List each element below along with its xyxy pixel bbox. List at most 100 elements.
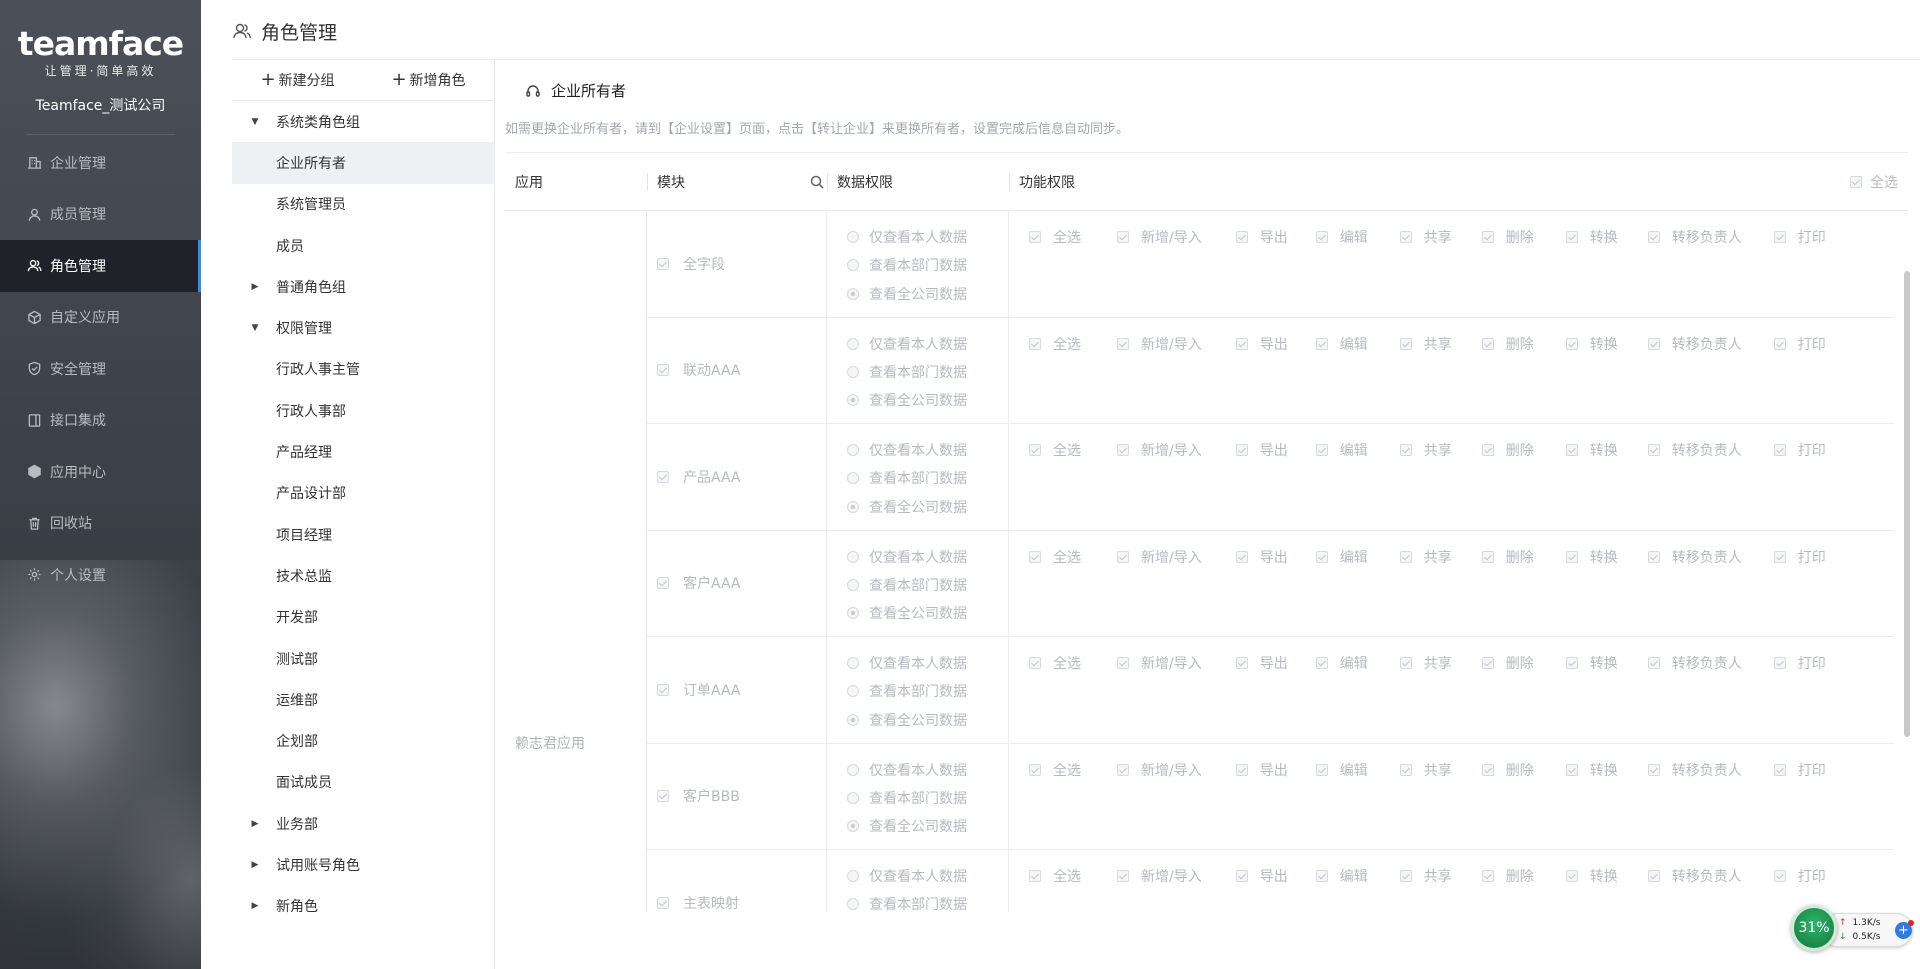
checkbox[interactable] bbox=[1565, 444, 1578, 456]
checkbox[interactable] bbox=[1235, 763, 1248, 776]
radio-button[interactable] bbox=[847, 231, 859, 244]
checkbox[interactable] bbox=[1029, 231, 1041, 243]
checkbox[interactable] bbox=[1773, 657, 1786, 669]
data-permission-option[interactable]: 查看全公司数据 bbox=[847, 706, 1008, 734]
module-checkbox[interactable] bbox=[657, 577, 669, 590]
checkbox[interactable] bbox=[1481, 231, 1494, 243]
function-permission-option[interactable]: 新增/导入 bbox=[1117, 547, 1202, 567]
checkbox[interactable] bbox=[1773, 444, 1786, 456]
function-permission-option[interactable]: 转移负责人 bbox=[1647, 227, 1742, 247]
checkbox[interactable] bbox=[1029, 337, 1041, 350]
checkbox[interactable] bbox=[1315, 550, 1328, 563]
data-permission-option[interactable]: 查看本部门数据 bbox=[847, 358, 1008, 386]
radio-button[interactable] bbox=[847, 337, 859, 350]
function-permission-option[interactable]: 转移负责人 bbox=[1647, 547, 1742, 567]
function-permission-option[interactable]: 导出 bbox=[1235, 440, 1288, 460]
sidebar-item-4[interactable]: 安全管理 bbox=[0, 343, 201, 395]
checkbox[interactable] bbox=[1481, 657, 1494, 669]
checkbox[interactable] bbox=[1235, 231, 1248, 243]
function-permission-option[interactable]: 转换 bbox=[1565, 760, 1618, 780]
radio-button[interactable] bbox=[847, 472, 859, 485]
checkbox[interactable] bbox=[1315, 870, 1328, 882]
function-permission-option[interactable]: 编辑 bbox=[1315, 653, 1368, 673]
radio-button[interactable] bbox=[847, 394, 859, 407]
checkbox[interactable] bbox=[1481, 870, 1494, 882]
module-checkbox[interactable] bbox=[657, 683, 669, 696]
function-permission-option[interactable]: 共享 bbox=[1399, 227, 1452, 247]
checkbox[interactable] bbox=[1481, 763, 1494, 776]
memory-usage-indicator[interactable]: 31% bbox=[1791, 905, 1837, 951]
search-icon[interactable] bbox=[810, 153, 824, 211]
checkbox[interactable] bbox=[1235, 444, 1248, 456]
checkbox[interactable] bbox=[1315, 231, 1328, 243]
radio-button[interactable] bbox=[847, 713, 859, 726]
checkbox[interactable] bbox=[1235, 337, 1248, 350]
role-item[interactable]: 行政人事部 bbox=[232, 390, 494, 431]
function-permission-option[interactable]: 全选 bbox=[1029, 334, 1081, 354]
data-permission-option[interactable]: 查看全公司数据 bbox=[847, 812, 1008, 840]
data-permission-option[interactable]: 仅查看本人数据 bbox=[847, 436, 1008, 464]
checkbox[interactable] bbox=[1399, 763, 1412, 776]
function-permission-option[interactable]: 转换 bbox=[1565, 334, 1618, 354]
checkbox[interactable] bbox=[1029, 870, 1041, 882]
caret-right-icon[interactable]: ▶ bbox=[250, 282, 260, 292]
radio-button[interactable] bbox=[847, 287, 859, 300]
data-permission-option[interactable]: 查看全公司数据 bbox=[847, 386, 1008, 414]
checkbox[interactable] bbox=[1399, 337, 1412, 350]
function-permission-option[interactable]: 编辑 bbox=[1315, 227, 1368, 247]
role-item[interactable]: 产品设计部 bbox=[232, 473, 494, 514]
checkbox[interactable] bbox=[1565, 231, 1578, 243]
function-permission-option[interactable]: 导出 bbox=[1235, 547, 1288, 567]
module-checkbox[interactable] bbox=[657, 896, 669, 909]
radio-button[interactable] bbox=[847, 657, 859, 670]
module-checkbox[interactable] bbox=[657, 790, 669, 803]
function-permission-option[interactable]: 打印 bbox=[1773, 653, 1826, 673]
role-item[interactable]: 企划部 bbox=[232, 720, 494, 761]
function-permission-option[interactable]: 转移负责人 bbox=[1647, 334, 1742, 354]
checkbox[interactable] bbox=[1565, 550, 1578, 563]
checkbox[interactable] bbox=[1029, 550, 1041, 563]
function-permission-option[interactable]: 全选 bbox=[1029, 547, 1081, 567]
function-permission-option[interactable]: 转换 bbox=[1565, 227, 1618, 247]
function-permission-option[interactable]: 共享 bbox=[1399, 760, 1452, 780]
sidebar-item-2[interactable]: 角色管理 bbox=[0, 240, 201, 292]
caret-right-icon[interactable]: ▶ bbox=[250, 901, 260, 911]
function-permission-option[interactable]: 新增/导入 bbox=[1117, 653, 1202, 673]
function-permission-option[interactable]: 打印 bbox=[1773, 440, 1826, 460]
radio-button[interactable] bbox=[847, 550, 859, 563]
new-group-button[interactable]: + 新建分组 bbox=[232, 70, 363, 90]
role-item[interactable]: 面试成员 bbox=[232, 762, 494, 803]
role-item[interactable]: 产品经理 bbox=[232, 431, 494, 472]
function-permission-option[interactable]: 删除 bbox=[1481, 547, 1534, 567]
checkbox[interactable] bbox=[1565, 870, 1578, 882]
function-permission-option[interactable]: 转移负责人 bbox=[1647, 440, 1742, 460]
caret-right-icon[interactable]: ▶ bbox=[250, 819, 260, 829]
module-checkbox[interactable] bbox=[657, 257, 669, 270]
checkbox[interactable] bbox=[1773, 550, 1786, 563]
function-permission-option[interactable]: 打印 bbox=[1773, 866, 1826, 886]
role-item[interactable]: 企业所有者 bbox=[232, 142, 494, 184]
checkbox[interactable] bbox=[1647, 870, 1660, 882]
role-group-item[interactable]: ▼ 系统类角色组 bbox=[232, 101, 494, 142]
function-permission-option[interactable]: 删除 bbox=[1481, 440, 1534, 460]
radio-button[interactable] bbox=[847, 607, 859, 620]
checkbox[interactable] bbox=[1647, 444, 1660, 456]
checkbox[interactable] bbox=[1117, 870, 1129, 882]
function-permission-option[interactable]: 共享 bbox=[1399, 334, 1452, 354]
radio-button[interactable] bbox=[847, 685, 859, 698]
checkbox[interactable] bbox=[1117, 657, 1129, 669]
function-permission-option[interactable]: 删除 bbox=[1481, 866, 1534, 886]
checkbox[interactable] bbox=[1481, 550, 1494, 563]
checkbox[interactable] bbox=[1647, 657, 1660, 669]
new-role-button[interactable]: + 新增角色 bbox=[363, 70, 494, 90]
function-permission-option[interactable]: 转换 bbox=[1565, 653, 1618, 673]
sidebar-item-6[interactable]: 应用中心 bbox=[0, 446, 201, 498]
function-permission-option[interactable]: 转换 bbox=[1565, 547, 1618, 567]
function-permission-option[interactable]: 编辑 bbox=[1315, 760, 1368, 780]
function-permission-option[interactable]: 共享 bbox=[1399, 547, 1452, 567]
radio-button[interactable] bbox=[847, 259, 859, 272]
function-permission-option[interactable]: 打印 bbox=[1773, 227, 1826, 247]
checkbox[interactable] bbox=[1647, 550, 1660, 563]
radio-button[interactable] bbox=[847, 763, 859, 776]
data-permission-option[interactable]: 仅查看本人数据 bbox=[847, 756, 1008, 784]
